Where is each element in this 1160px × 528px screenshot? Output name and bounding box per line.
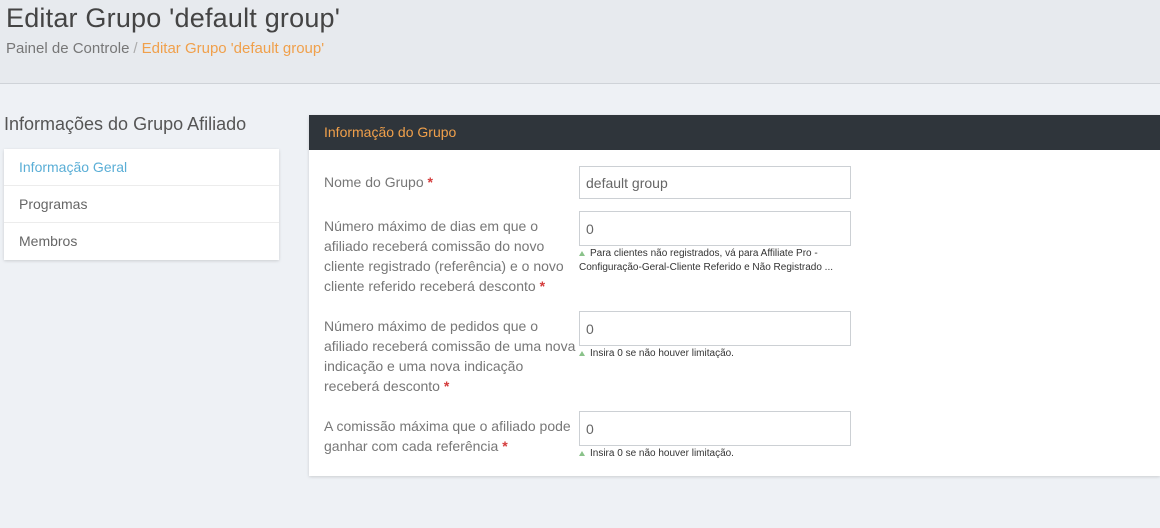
breadcrumb-home-link[interactable]: Painel de Controle [6,40,129,57]
breadcrumb-current: Editar Grupo 'default group' [141,40,325,57]
max-days-label: Número máximo de dias em que o afiliado … [324,218,564,294]
required-marker: * [443,378,450,394]
required-marker: * [539,278,546,294]
hint-triangle-icon [579,350,585,356]
sidebar-item-programs[interactable]: Programas [4,186,279,223]
page-title: Editar Grupo 'default group' [6,3,341,33]
max-orders-label: Número máximo de pedidos que o afiliado … [324,318,576,394]
breadcrumb-separator: / [133,40,138,57]
max-orders-hint: Insira 0 se não houver limitação. [579,347,851,361]
group-name-label: Nome do Grupo * [324,174,433,190]
group-name-input[interactable] [579,166,851,199]
breadcrumb: Painel de Controle / Editar Grupo 'default… [6,40,324,57]
required-marker: * [502,438,508,454]
required-marker: * [427,174,433,190]
max-orders-input[interactable] [579,311,851,346]
group-info-panel: Informação do Grupo Nome do Grupo * Núme… [309,115,1160,476]
sidebar-item-members[interactable]: Membros [4,223,279,260]
panel-title: Informação do Grupo [309,115,1160,150]
sidebar-menu: Informação Geral Programas Membros [4,149,279,260]
page-header: Editar Grupo 'default group' Painel de C… [0,0,1160,84]
max-commission-input[interactable] [579,411,851,446]
hint-triangle-icon [579,250,585,256]
max-days-hint: Para clientes não registrados, vá para A… [579,248,834,273]
sidebar-title: Informações do Grupo Afiliado [4,114,247,134]
hint-triangle-icon [579,450,585,456]
max-commission-hint: Insira 0 se não houver limitação. [579,447,851,461]
sidebar-item-general-info[interactable]: Informação Geral [4,149,279,186]
max-days-input[interactable] [579,211,851,246]
max-commission-label: A comissão máxima que o afiliado pode ga… [324,418,571,454]
